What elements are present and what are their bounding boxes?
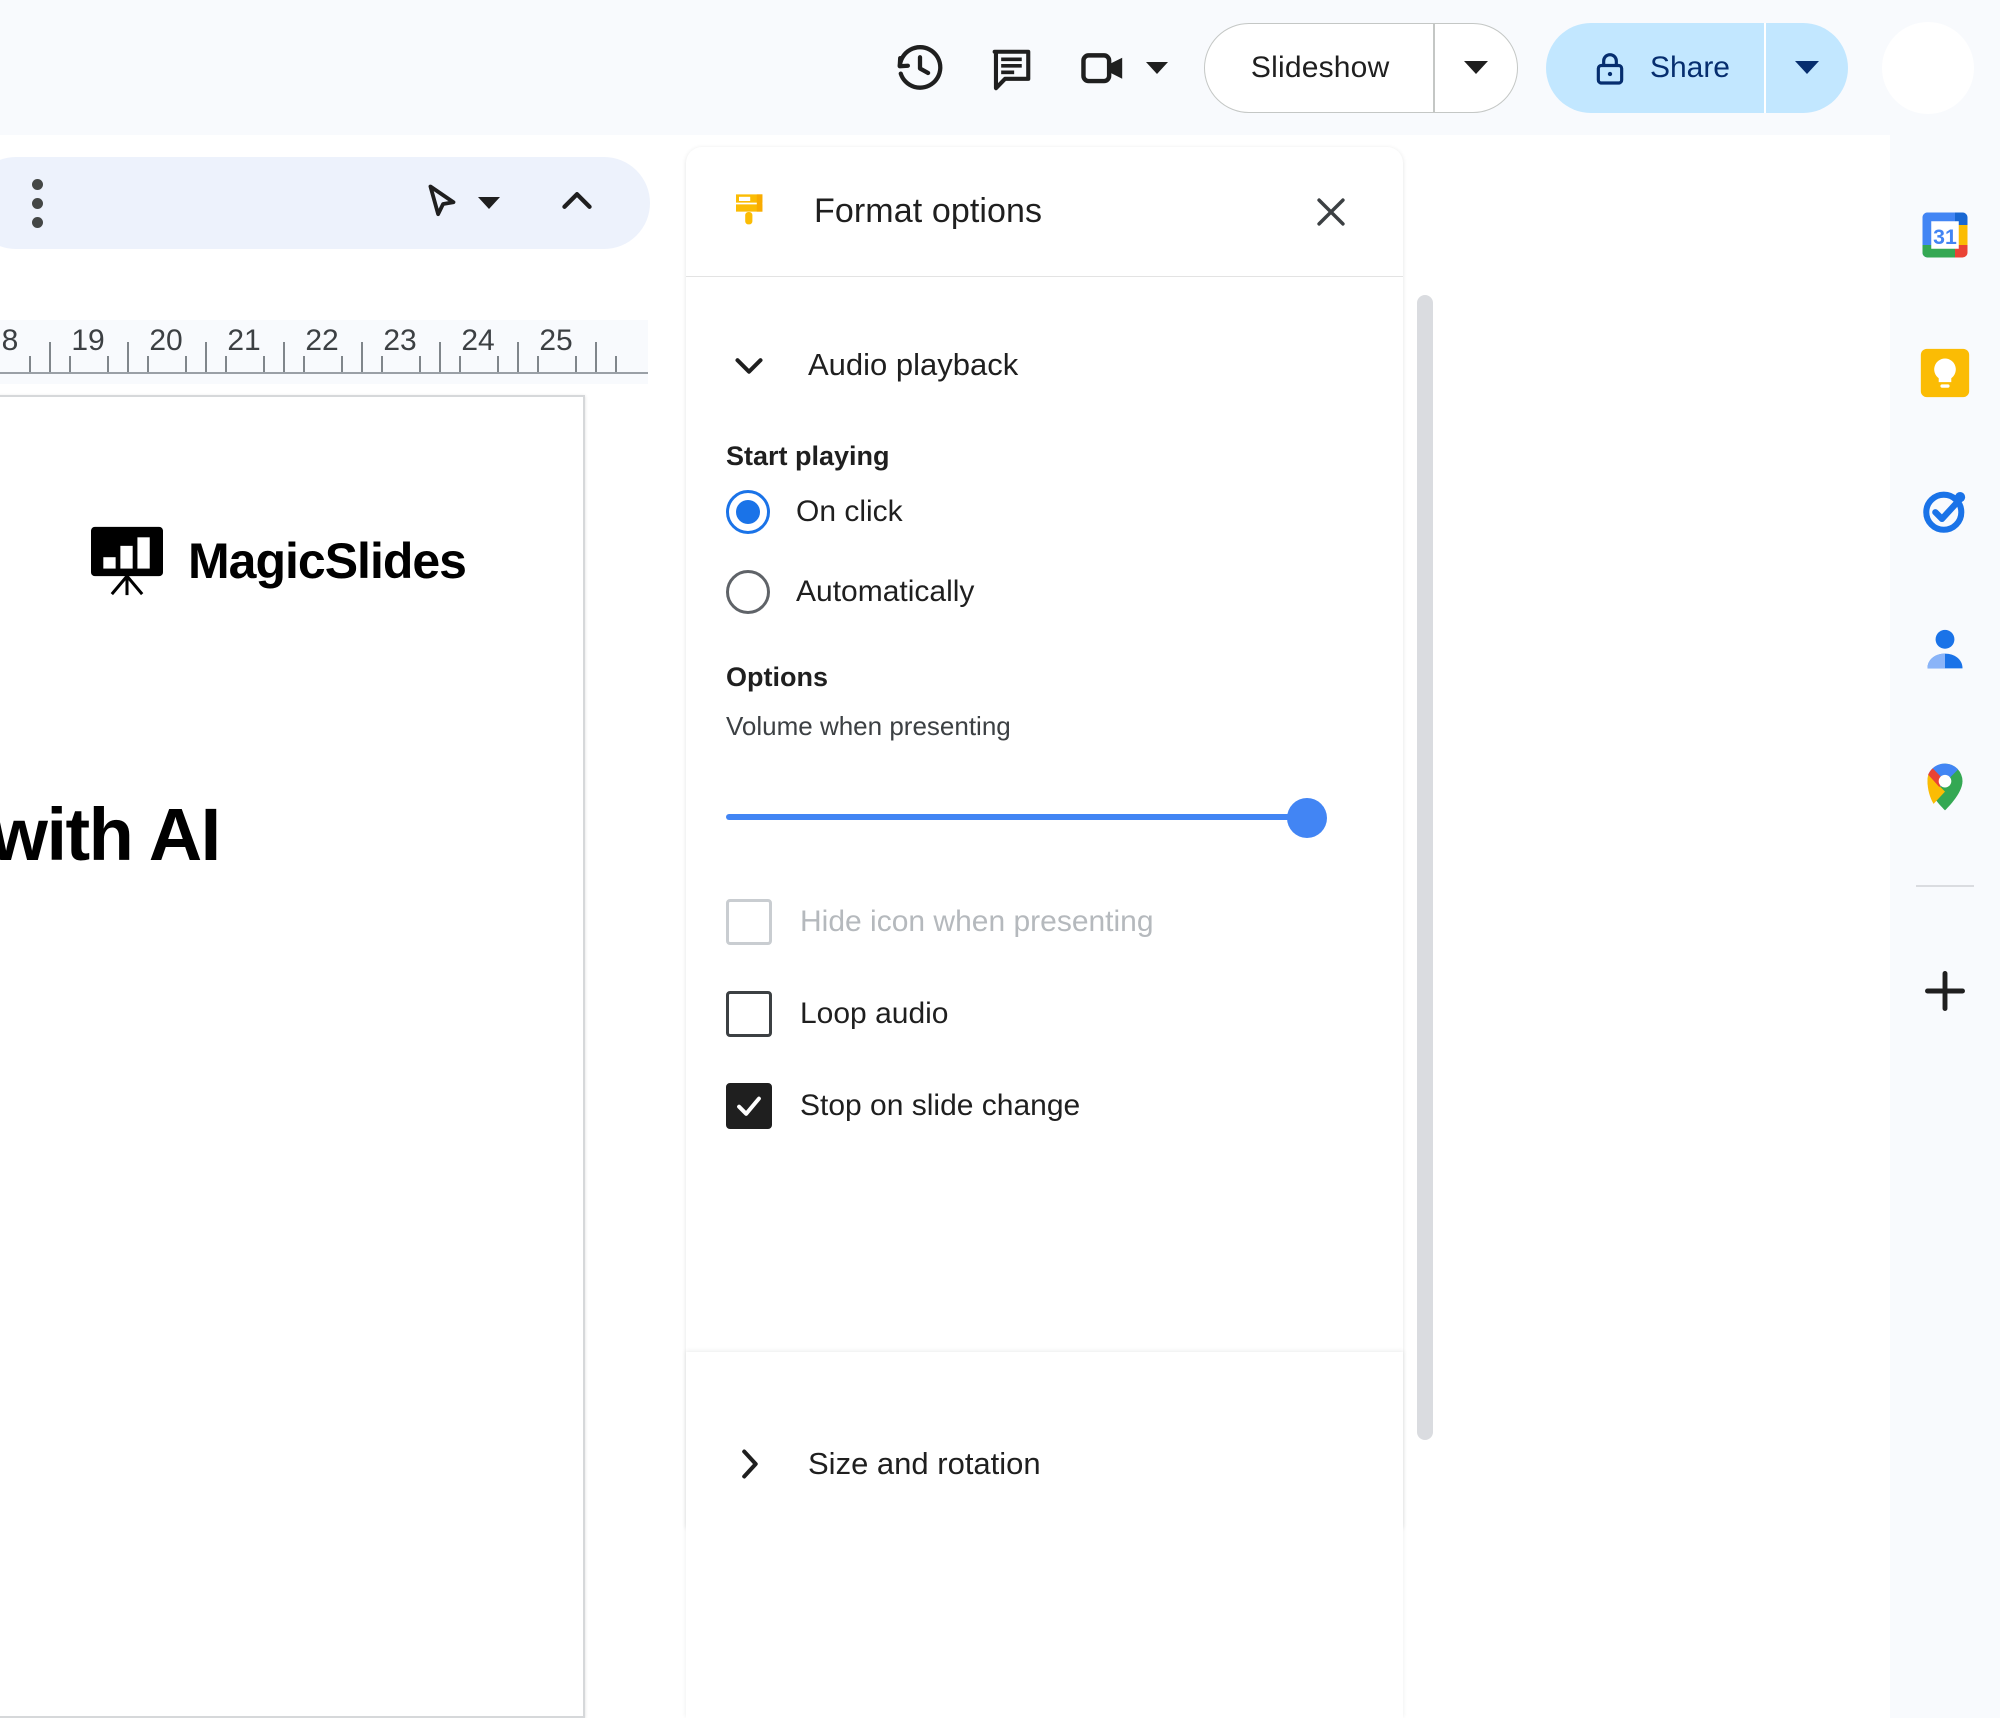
slideshow-button[interactable]: Slideshow [1203, 22, 1518, 113]
cursor-caret-down-icon[interactable] [478, 197, 500, 209]
options-label: Options [726, 662, 828, 692]
google-side-panel: 31 [1890, 135, 2000, 1718]
ruler-number: 24 [461, 324, 495, 357]
section-size-and-rotation[interactable]: Size and rotation [686, 1412, 1403, 1516]
plus-icon [1925, 971, 1965, 1011]
add-apps-button[interactable] [1903, 949, 1987, 1033]
section-audio-playback[interactable]: Audio playback [686, 313, 1403, 417]
panel-title: Format options [814, 192, 1043, 230]
checkbox-loop-audio[interactable]: Loop audio [726, 968, 1373, 1060]
share-options-button[interactable] [1766, 23, 1848, 113]
avatar[interactable] [1882, 21, 1974, 114]
google-tasks-icon[interactable] [1903, 469, 1987, 553]
meet-group [1058, 22, 1182, 114]
ruler-number: 22 [305, 324, 339, 357]
slide-title-text[interactable]: ds with AI [0, 792, 221, 877]
volume-slider[interactable] [726, 776, 1373, 862]
google-keep-icon[interactable] [1903, 331, 1987, 415]
radio-automatically-label: Automatically [796, 575, 975, 608]
radio-on-click-label: On click [796, 495, 903, 528]
checkmark-icon [737, 1096, 761, 1116]
ruler-number: 25 [539, 324, 573, 357]
checkbox-hide-icon-label: Hide icon when presenting [800, 905, 1154, 938]
collapse-toolbar-button[interactable] [552, 176, 602, 231]
horizontal-ruler[interactable]: 8 19 20 21 22 23 24 25 [0, 320, 648, 384]
share-main[interactable]: Share [1546, 23, 1764, 113]
caret-down-icon [1463, 61, 1488, 74]
ruler-number: 21 [227, 324, 261, 357]
format-options-panel: Format options Audio playback Start play… [686, 147, 1433, 1527]
close-panel-button[interactable] [1303, 184, 1359, 240]
checkbox-loop-audio-label: Loop audio [800, 997, 949, 1030]
lock-icon [1596, 52, 1624, 85]
checkbox-hide-icon-control [726, 899, 772, 945]
checkbox-stop-on-slide-change-control[interactable] [726, 1083, 772, 1129]
checkbox-stop-on-slide-change[interactable]: Stop on slide change [726, 1060, 1373, 1152]
top-bar: Slideshow Share [0, 0, 2000, 135]
history-clock-icon[interactable] [874, 22, 966, 114]
slideshow-button-label: Slideshow [1250, 50, 1390, 84]
caret-down-icon [1795, 61, 1819, 74]
share-button[interactable]: Share [1545, 22, 1848, 113]
section-audio-playback-label: Audio playback [808, 347, 1019, 382]
video-camera-icon[interactable] [1058, 22, 1150, 114]
audio-playback-body: Start playing On click Automatically Opt… [686, 441, 1403, 1152]
top-bar-actions: Slideshow Share [874, 0, 2000, 135]
chevron-up-icon [562, 192, 592, 209]
ruler-number: 8 [1, 324, 19, 357]
ruler-number: 23 [383, 324, 417, 357]
checkbox-loop-audio-control[interactable] [726, 991, 772, 1037]
radio-on-click-control[interactable] [726, 490, 770, 534]
editor-toolbar [0, 157, 650, 249]
magicslides-logo: MagicSlides [88, 525, 467, 597]
select-cursor-icon [428, 184, 456, 217]
google-calendar-icon[interactable]: 31 [1903, 193, 1987, 277]
start-playing-label: Start playing [726, 441, 890, 471]
slides-editor-window: Slideshow Share 8 19 20 21 22 23 24 25 M… [0, 0, 2000, 1718]
paint-brush-icon [736, 193, 763, 224]
ruler-number: 20 [149, 324, 183, 357]
ruler-number: 19 [71, 324, 105, 357]
chevron-down-icon [735, 358, 763, 374]
section-size-and-rotation-label: Size and rotation [808, 1446, 1041, 1481]
checkbox-stop-on-slide-change-label: Stop on slide change [800, 1089, 1081, 1122]
ruler-baseline [0, 372, 648, 374]
google-maps-icon[interactable] [1903, 745, 1987, 829]
radio-on-click[interactable]: On click [726, 472, 1373, 552]
slide-canvas[interactable]: MagicSlides ds with AI [0, 395, 585, 1718]
share-button-label: Share [1649, 50, 1730, 84]
panel-scrollbar[interactable] [1417, 295, 1433, 1440]
side-panel-divider [1916, 885, 1974, 887]
size-and-rotation-panel: Size and rotation [686, 1352, 1403, 1718]
format-options-header: Format options [686, 147, 1403, 277]
volume-slider-track[interactable] [726, 814, 1309, 820]
svg-text:31: 31 [1933, 225, 1957, 249]
presentation-easel-chart-icon [91, 526, 163, 596]
chevron-right-icon [742, 1449, 758, 1479]
radio-automatically-control[interactable] [726, 570, 770, 614]
google-contacts-icon[interactable] [1903, 607, 1987, 691]
radio-automatically[interactable]: Automatically [726, 552, 1373, 632]
three-dots-vertical-icon[interactable] [32, 179, 44, 228]
checkbox-hide-icon-when-presenting: Hide icon when presenting [726, 876, 1373, 968]
select-cursor-tool[interactable] [418, 180, 500, 226]
meet-caret-down-icon[interactable] [1145, 61, 1168, 74]
volume-slider-thumb[interactable] [1287, 798, 1327, 838]
logo-wordmark: MagicSlides [188, 533, 467, 589]
volume-when-presenting-label: Volume when presenting [726, 711, 1011, 741]
close-x-icon [1317, 197, 1345, 226]
comment-icon[interactable] [966, 22, 1058, 114]
slideshow-options-button[interactable] [1435, 24, 1517, 112]
